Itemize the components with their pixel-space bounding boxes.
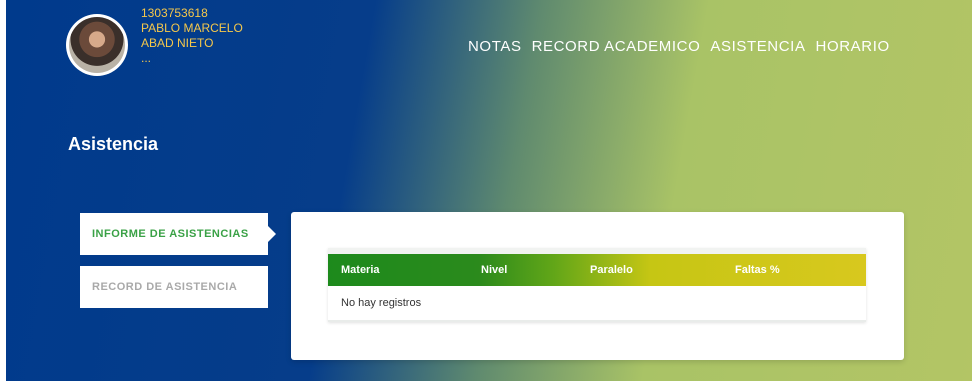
tab-record-asistencia-label: RECORD DE ASISTENCIA bbox=[92, 281, 238, 293]
main-nav: NOTAS RECORD ACADEMICO ASISTENCIA HORARI… bbox=[468, 38, 890, 55]
tab-informe-asistencias-label: INFORME DE ASISTENCIAS bbox=[92, 228, 249, 240]
column-header-materia[interactable]: Materia bbox=[341, 264, 380, 276]
content-panel: Materia Nivel Paralelo Faltas % No hay r… bbox=[291, 212, 904, 360]
user-photo bbox=[69, 17, 125, 73]
empty-message: No hay registros bbox=[341, 297, 422, 309]
left-gutter bbox=[0, 0, 6, 381]
attendance-table: Materia Nivel Paralelo Faltas % No hay r… bbox=[328, 248, 866, 322]
active-tab-arrow-icon bbox=[268, 226, 276, 242]
user-extra: ... bbox=[141, 51, 152, 65]
tab-record-asistencia[interactable]: RECORD DE ASISTENCIA bbox=[80, 266, 268, 308]
nav-record-academico[interactable]: RECORD ACADEMICO bbox=[532, 38, 701, 55]
user-name-line2: ABAD NIETO bbox=[141, 36, 214, 50]
user-info: 1303753618 PABLO MARCELO ABAD NIETO ... bbox=[141, 6, 243, 66]
table-header: Materia Nivel Paralelo Faltas % bbox=[328, 254, 866, 286]
column-header-faltas[interactable]: Faltas % bbox=[735, 264, 780, 276]
column-header-paralelo[interactable]: Paralelo bbox=[590, 264, 633, 276]
empty-row: No hay registros bbox=[328, 286, 866, 322]
nav-horario[interactable]: HORARIO bbox=[816, 38, 890, 55]
tab-informe-asistencias[interactable]: INFORME DE ASISTENCIAS bbox=[80, 213, 276, 255]
user-id: 1303753618 bbox=[141, 6, 208, 20]
nav-asistencia[interactable]: ASISTENCIA bbox=[710, 38, 805, 55]
nav-notas[interactable]: NOTAS bbox=[468, 38, 522, 55]
user-name-line1: PABLO MARCELO bbox=[141, 21, 243, 35]
column-header-nivel[interactable]: Nivel bbox=[481, 264, 507, 276]
avatar[interactable] bbox=[66, 14, 128, 76]
page-title: Asistencia bbox=[68, 134, 159, 154]
right-gutter bbox=[972, 0, 976, 381]
